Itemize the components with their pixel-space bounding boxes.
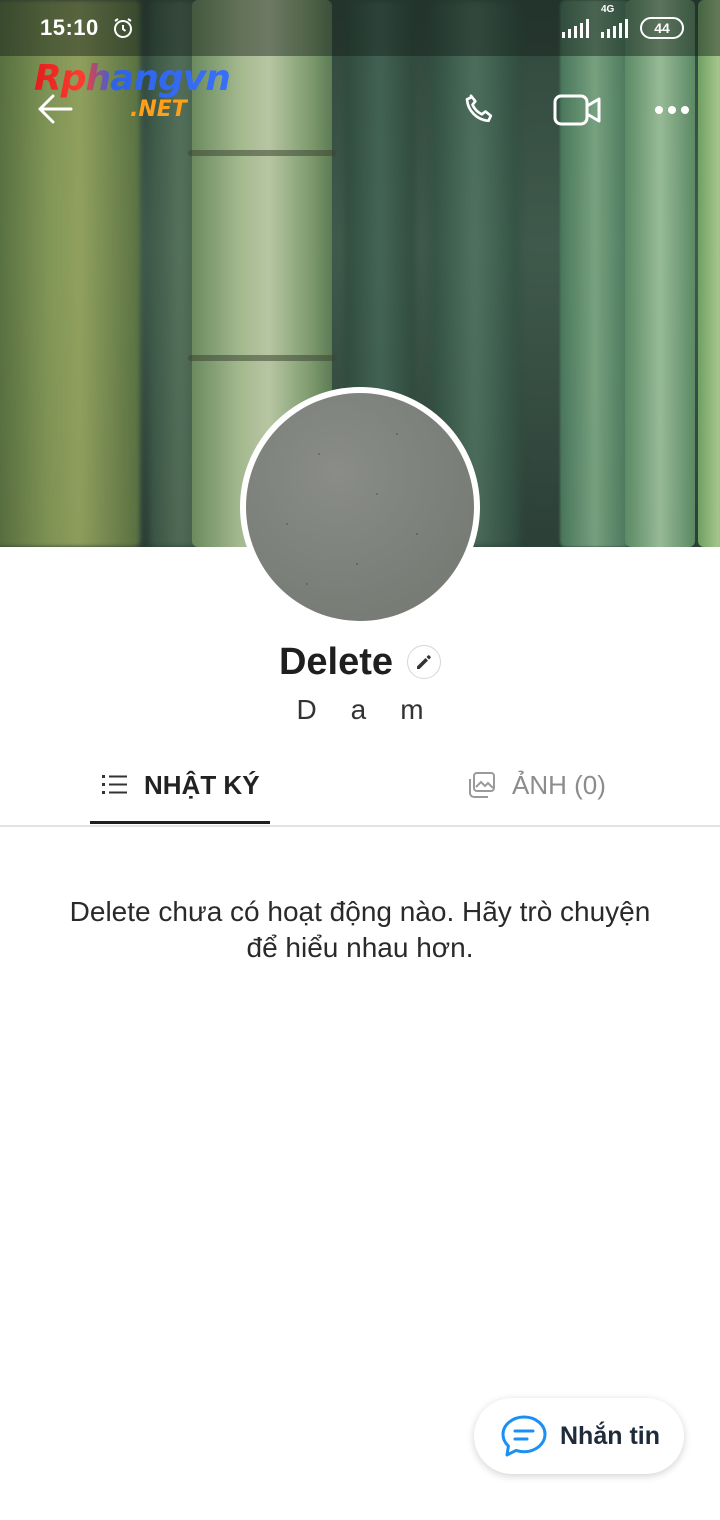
tab-diary-label: NHẬT KÝ: [144, 769, 260, 800]
list-icon: [102, 775, 127, 794]
back-arrow-icon: [38, 94, 73, 124]
profile-name: Delete: [278, 640, 394, 683]
more-options-button[interactable]: [642, 82, 702, 138]
network-label: 4G: [601, 4, 615, 15]
voice-call-button[interactable]: [450, 82, 510, 138]
photos-icon: [469, 772, 495, 798]
tab-photos-label: ẢNH (0): [512, 769, 606, 800]
more-options-icon: [655, 106, 689, 114]
battery-icon: 44: [640, 17, 684, 39]
pencil-icon: [417, 655, 431, 669]
alarm-icon: [113, 18, 132, 38]
chat-bubble-icon: [501, 1415, 547, 1457]
profile-tabs: NHẬT KÝ ẢNH (0): [0, 745, 720, 827]
send-message-label: Nhắn tin: [560, 1421, 660, 1450]
profile-toolbar: Rphangvn .NET: [0, 56, 720, 160]
status-bar: 15:10 4G 44: [0, 0, 720, 56]
edit-name-button[interactable]: [407, 645, 442, 679]
profile-subname: Dam: [296, 694, 458, 725]
phone-icon: [465, 94, 493, 123]
logo-line2: .NET: [130, 97, 187, 122]
video-call-button[interactable]: [546, 82, 610, 138]
avatar[interactable]: [240, 387, 480, 627]
send-message-button[interactable]: Nhắn tin: [474, 1398, 684, 1474]
status-time: 15:10: [40, 15, 99, 40]
battery-level: 44: [654, 20, 670, 36]
empty-activity-message: Delete chưa có hoạt động nào. Hãy trò ch…: [69, 896, 651, 963]
avatar-image: [246, 393, 474, 621]
profile-name-row: Delete: [0, 634, 720, 690]
tab-diary[interactable]: NHẬT KÝ: [102, 745, 260, 825]
active-tab-indicator: [90, 821, 270, 824]
video-call-icon: [553, 94, 601, 126]
tab-photos[interactable]: ẢNH (0): [468, 745, 606, 825]
back-button[interactable]: [22, 82, 88, 136]
signal-icon: [562, 18, 589, 38]
signal-4g-icon: 4G: [601, 4, 628, 38]
